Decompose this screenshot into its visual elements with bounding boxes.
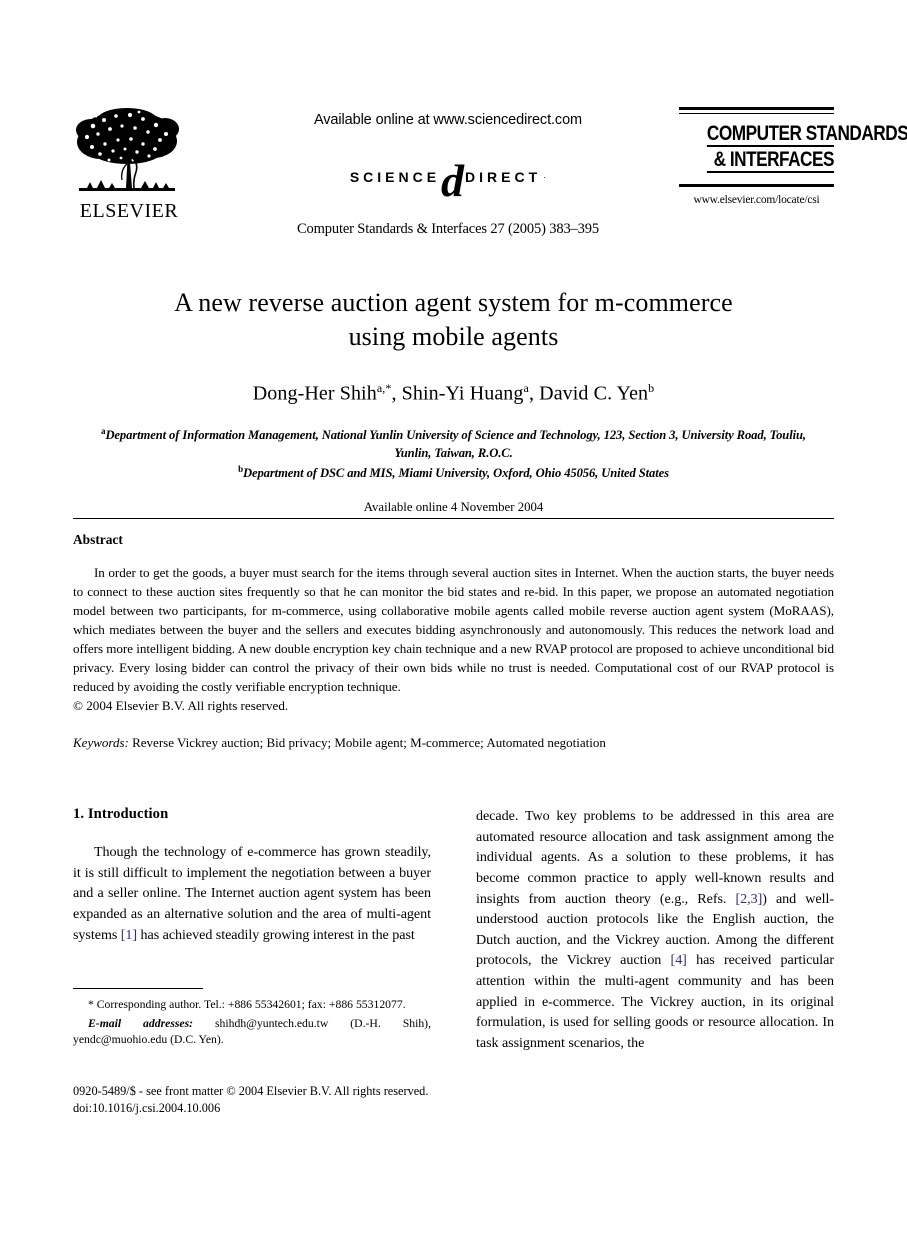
- affiliation-a: aDepartment of Information Management, N…: [94, 425, 814, 462]
- publisher-block: ELSEVIER: [73, 104, 185, 221]
- journal-rule-top-thin: [679, 112, 834, 114]
- keywords-value: Reverse Vickrey auction; Bid privacy; Mo…: [132, 735, 606, 751]
- abstract-section: Abstract In order to get the goods, a bu…: [73, 532, 834, 751]
- affiliation-b-text: Department of DSC and MIS, Miami Univers…: [243, 465, 669, 480]
- paper-page: ELSEVIER Available online at www.science…: [0, 0, 907, 1238]
- sciencedirect-d-glyph-icon: d: [441, 154, 465, 206]
- paper-title-line-1: A new reverse auction agent system for m…: [174, 288, 733, 317]
- abstract-divider: [73, 518, 834, 519]
- journal-logo-line-2: & INTERFACES: [706, 149, 834, 174]
- journal-title-logo: COMPUTER STANDARDS & INTERFACES: [679, 122, 907, 174]
- doi-line: doi:10.1016/j.csi.2004.10.006: [73, 1100, 221, 1115]
- sciencedirect-block: Available online at www.sciencedirect.co…: [223, 104, 673, 238]
- imprint-block: 0920-5489/$ - see front matter © 2004 El…: [73, 1083, 453, 1117]
- abstract-copyright: © 2004 Elsevier B.V. All rights reserved…: [73, 698, 289, 714]
- abstract-body: In order to get the goods, a buyer must …: [73, 565, 834, 695]
- author-3-name: , David C. Yen: [528, 382, 649, 405]
- elsevier-wordmark: ELSEVIER: [79, 200, 179, 222]
- sciencedirect-word-left: SCIENCE: [349, 169, 441, 185]
- column-left: 1. Introduction Though the technology of…: [73, 806, 431, 945]
- author-1-affil-marker: a,*: [376, 380, 392, 395]
- citation-ref-4[interactable]: [4]: [671, 952, 687, 968]
- author-2-name: , Shin-Yi Huang: [391, 382, 524, 405]
- column-right: decade. Two key problems to be addressed…: [476, 806, 834, 1054]
- footnote-corresponding-author: * Corresponding author. Tel.: +886 55342…: [88, 998, 406, 1011]
- affiliation-a-text: Department of Information Management, Na…: [105, 428, 806, 461]
- affiliation-b: bDepartment of DSC and MIS, Miami Univer…: [94, 463, 814, 483]
- journal-rule-bottom: [679, 184, 834, 188]
- author-list: Dong-Her Shiha,*, Shin-Yi Huanga, David …: [73, 381, 834, 406]
- footnote-block: * Corresponding author. Tel.: +886 55342…: [73, 988, 431, 1049]
- journal-logo-block: COMPUTER STANDARDS & INTERFACES www.else…: [679, 107, 907, 207]
- intro-paragraph-right: decade. Two key problems to be addressed…: [476, 806, 834, 1054]
- section-heading-introduction: 1. Introduction: [73, 806, 169, 822]
- journal-url: www.elsevier.com/locate/csi: [693, 194, 820, 207]
- available-online-date: Available online 4 November 2004: [363, 499, 544, 514]
- keywords-line: Keywords: Reverse Vickrey auction; Bid p…: [73, 735, 834, 751]
- journal-citation: Computer Standards & Interfaces 27 (2005…: [297, 221, 599, 237]
- journal-logo-line-1: COMPUTER STANDARDS: [706, 122, 907, 147]
- citation-ref-1[interactable]: [1]: [121, 927, 137, 943]
- footnote-email-label: E-mail addresses:: [88, 1016, 194, 1030]
- issn-front-matter-line: 0920-5489/$ - see front matter © 2004 El…: [73, 1084, 429, 1098]
- masthead: ELSEVIER Available online at www.science…: [73, 104, 907, 244]
- paper-title-line-2: using mobile agents: [348, 321, 559, 351]
- affiliation-list: aDepartment of Information Management, N…: [73, 425, 834, 482]
- page-title: A new reverse auction agent system for m…: [73, 286, 834, 354]
- sciencedirect-registered-mark: ·: [543, 172, 547, 182]
- abstract-heading: Abstract: [73, 532, 123, 547]
- elsevier-tree-logo: [76, 108, 179, 191]
- journal-rule-top-thick: [679, 107, 834, 110]
- footnote-email-addresses: E-mail addresses: shihdh@yuntech.edu.tw …: [73, 1016, 431, 1049]
- keywords-label: Keywords:: [73, 735, 129, 751]
- author-3-affil-marker: b: [648, 380, 655, 395]
- footnote-divider: [73, 988, 203, 989]
- title-block: A new reverse auction agent system for m…: [73, 286, 834, 515]
- intro-left-text-2: has achieved steadily growing interest i…: [137, 926, 415, 943]
- citation-ref-2-3[interactable]: [2,3]: [735, 891, 762, 907]
- intro-paragraph-left: Though the technology of e-commerce has …: [73, 842, 431, 945]
- sciencedirect-logo: SCIENCE d DIRECT ·: [223, 154, 673, 206]
- author-1-name: Dong-Her Shih: [252, 382, 377, 405]
- sciencedirect-word-right: DIRECT: [465, 169, 542, 185]
- available-online-text: Available online at www.sciencedirect.co…: [313, 112, 583, 128]
